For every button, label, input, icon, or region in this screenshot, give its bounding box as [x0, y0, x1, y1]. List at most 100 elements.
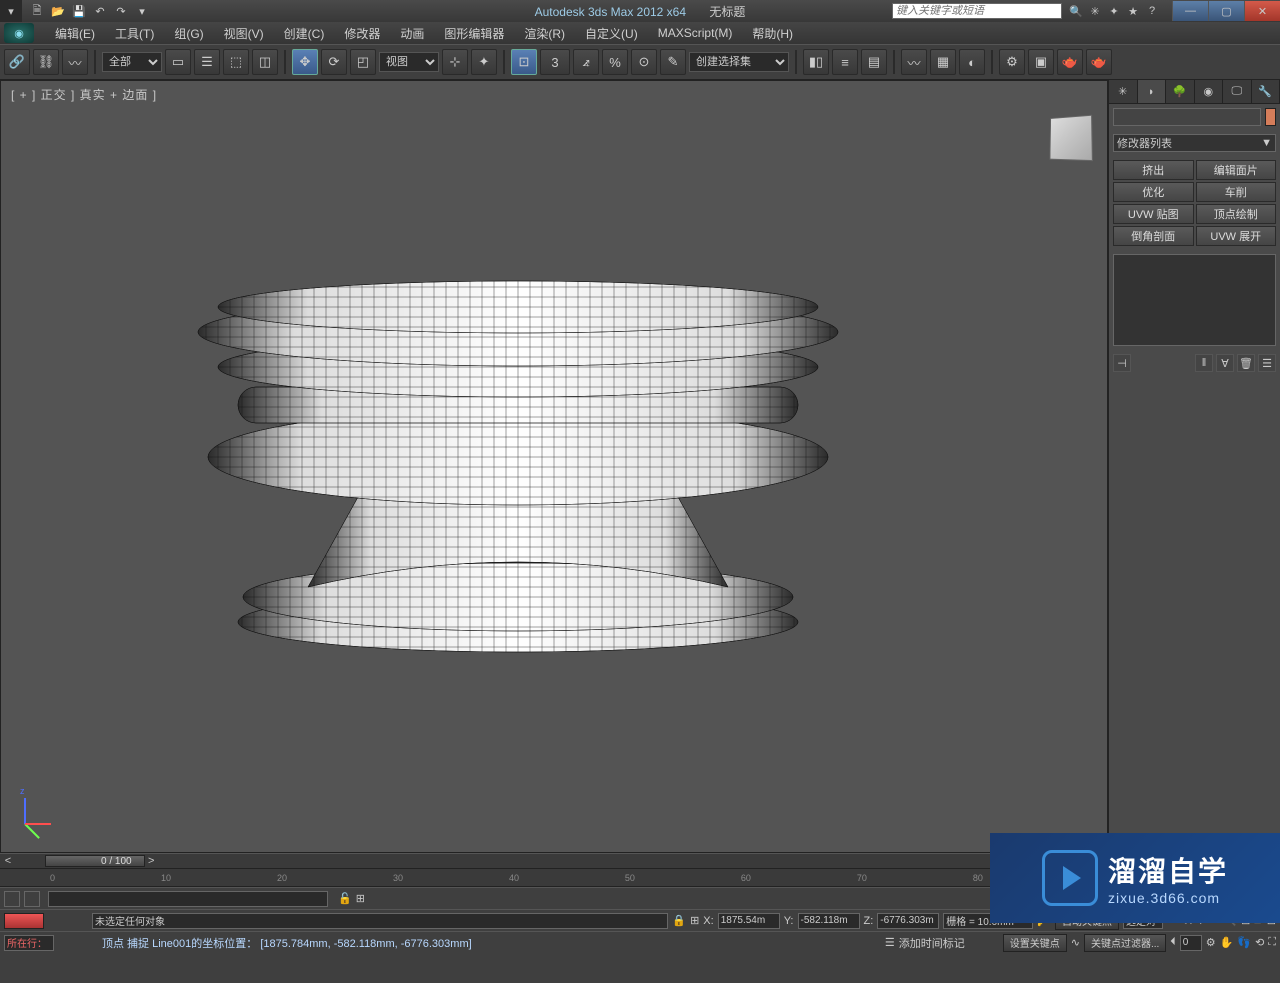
search-input[interactable]: [892, 3, 1062, 19]
align-icon[interactable]: ≡: [832, 49, 858, 75]
time-slider[interactable]: 0 / 100: [45, 855, 145, 867]
add-timetag[interactable]: 添加时间标记: [899, 935, 965, 951]
nav-max-icon[interactable]: ⛶: [1268, 936, 1276, 949]
menu-customize[interactable]: 自定义(U): [576, 23, 647, 44]
menu-edit[interactable]: 编辑(E): [46, 23, 104, 44]
sub-icon[interactable]: ✳: [1087, 3, 1103, 19]
save-icon[interactable]: 💾: [70, 3, 88, 19]
new-icon[interactable]: 🗎: [28, 3, 46, 19]
coord-z-field[interactable]: -6776.303m: [877, 913, 939, 929]
minimize-button[interactable]: —: [1172, 1, 1208, 21]
angle-snap-icon[interactable]: ⦨: [573, 49, 599, 75]
modbtn-bevelprofile[interactable]: 倒角剖面: [1113, 226, 1194, 246]
render-icon[interactable]: 🫖: [1057, 49, 1083, 75]
modbtn-optimize[interactable]: 优化: [1113, 182, 1194, 202]
keymode-icon[interactable]: ∿: [1071, 936, 1080, 949]
tab-display-icon[interactable]: 🖵: [1223, 80, 1252, 103]
menu-views[interactable]: 视图(V): [215, 23, 273, 44]
snap-toggle-icon[interactable]: ⊡: [511, 49, 537, 75]
viewport[interactable]: [ + ] 正交 ] 真实 + 边面 ] z: [0, 80, 1108, 853]
qat-dropdown-icon[interactable]: ▾: [133, 3, 151, 19]
step-back-icon[interactable]: ⏴: [1170, 936, 1176, 949]
menu-maxscript[interactable]: MAXScript(M): [649, 24, 742, 42]
autokey-indicator[interactable]: [4, 913, 44, 929]
menu-create[interactable]: 创建(C): [275, 23, 334, 44]
application-button[interactable]: ◉: [4, 23, 34, 43]
menu-modifiers[interactable]: 修改器: [335, 23, 389, 44]
keyfilter-button[interactable]: 关键点过滤器...: [1084, 934, 1166, 952]
modbtn-lathe[interactable]: 车削: [1196, 182, 1277, 202]
menu-help[interactable]: 帮助(H): [743, 23, 802, 44]
pin-stack-icon[interactable]: ⊣: [1113, 354, 1131, 372]
time-config-icon[interactable]: ⚙: [1206, 936, 1216, 949]
move-icon[interactable]: ✥: [292, 49, 318, 75]
bind-icon[interactable]: 〰: [62, 49, 88, 75]
modbtn-uvwunwrap[interactable]: UVW 展开: [1196, 226, 1277, 246]
isolate-icon[interactable]: ⊞: [356, 892, 365, 905]
modbtn-editpatch[interactable]: 编辑面片: [1196, 160, 1277, 180]
link-icon[interactable]: 🔗: [4, 49, 30, 75]
modbtn-uvwmap[interactable]: UVW 贴图: [1113, 204, 1194, 224]
redo-icon[interactable]: ↷: [112, 3, 130, 19]
ref-coord-dropdown[interactable]: 视图: [379, 52, 439, 72]
tab-modify-icon[interactable]: ◗: [1138, 80, 1167, 103]
edit-selset-icon[interactable]: ✎: [660, 49, 686, 75]
system-menu-icon[interactable]: ▾: [0, 0, 22, 22]
time-tag-icon[interactable]: ☰: [885, 936, 895, 949]
show-end-result-icon[interactable]: ‖: [1195, 354, 1213, 372]
tab-utilities-icon[interactable]: 🔧: [1252, 80, 1280, 103]
spinner-snap-icon[interactable]: ⊙: [631, 49, 657, 75]
percent-snap-icon[interactable]: %: [602, 49, 628, 75]
frame-field[interactable]: 0: [1180, 935, 1202, 951]
select-name-icon[interactable]: ☰: [194, 49, 220, 75]
configure-sets-icon[interactable]: ☰: [1258, 354, 1276, 372]
menu-tools[interactable]: 工具(T): [106, 23, 163, 44]
render-iter-icon[interactable]: 🫖: [1086, 49, 1112, 75]
search-icon[interactable]: 🔍: [1068, 3, 1084, 19]
window-crossing-icon[interactable]: ◫: [252, 49, 278, 75]
object-name-input[interactable]: [1113, 108, 1261, 126]
lock-sel-icon[interactable]: 🔒: [672, 914, 686, 927]
help-search[interactable]: [892, 3, 1062, 19]
pivot-icon[interactable]: ⊹: [442, 49, 468, 75]
modifier-stack[interactable]: [1113, 254, 1276, 346]
coord-y-field[interactable]: -582.118m: [798, 913, 860, 929]
lock-icon[interactable]: 🔓: [338, 892, 352, 905]
undo-icon[interactable]: ↶: [91, 3, 109, 19]
menu-grapheditors[interactable]: 图形编辑器: [435, 23, 513, 44]
close-button[interactable]: ✕: [1244, 1, 1280, 21]
help-icon[interactable]: ?: [1144, 3, 1160, 19]
script-listener-input[interactable]: [48, 891, 328, 907]
make-unique-icon[interactable]: ∀: [1216, 354, 1234, 372]
tab-create-icon[interactable]: ✳: [1109, 80, 1138, 103]
viewcube[interactable]: [1050, 115, 1093, 161]
maximize-button[interactable]: ▢: [1208, 1, 1244, 21]
remove-mod-icon[interactable]: 🗑: [1237, 354, 1255, 372]
select-object-icon[interactable]: ▭: [165, 49, 191, 75]
object-color-swatch[interactable]: [1265, 108, 1276, 126]
tab-motion-icon[interactable]: ◉: [1195, 80, 1224, 103]
setkey-button[interactable]: 设置关键点: [1003, 934, 1067, 952]
exchange-icon[interactable]: ✦: [1106, 3, 1122, 19]
render-frame-icon[interactable]: ▣: [1028, 49, 1054, 75]
manipulate-icon[interactable]: ✦: [471, 49, 497, 75]
time-prev-icon[interactable]: <: [0, 855, 16, 867]
curve-editor-icon[interactable]: 〰: [901, 49, 927, 75]
open-icon[interactable]: 📂: [49, 3, 67, 19]
modbtn-vertexpaint[interactable]: 顶点绘制: [1196, 204, 1277, 224]
coord-x-field[interactable]: 1875.54m: [718, 913, 780, 929]
render-setup-icon[interactable]: ⚙: [999, 49, 1025, 75]
modbtn-extrude[interactable]: 挤出: [1113, 160, 1194, 180]
unlink-icon[interactable]: ⛓: [33, 49, 59, 75]
nav-walk-icon[interactable]: 👣: [1237, 936, 1251, 949]
nav-orbit-icon[interactable]: ⟲: [1255, 936, 1264, 949]
tab-hierarchy-icon[interactable]: 🌳: [1166, 80, 1195, 103]
script-b-icon[interactable]: [24, 891, 40, 907]
abs-rel-icon[interactable]: ⊞: [690, 914, 699, 927]
select-region-icon[interactable]: ⬚: [223, 49, 249, 75]
snap-3d-icon[interactable]: 3: [540, 49, 570, 75]
favorite-icon[interactable]: ★: [1125, 3, 1141, 19]
selection-set-dropdown[interactable]: 创建选择集: [689, 52, 789, 72]
time-next-icon[interactable]: >: [148, 855, 154, 867]
viewport-label[interactable]: [ + ] 正交 ] 真实 + 边面 ]: [11, 86, 157, 103]
